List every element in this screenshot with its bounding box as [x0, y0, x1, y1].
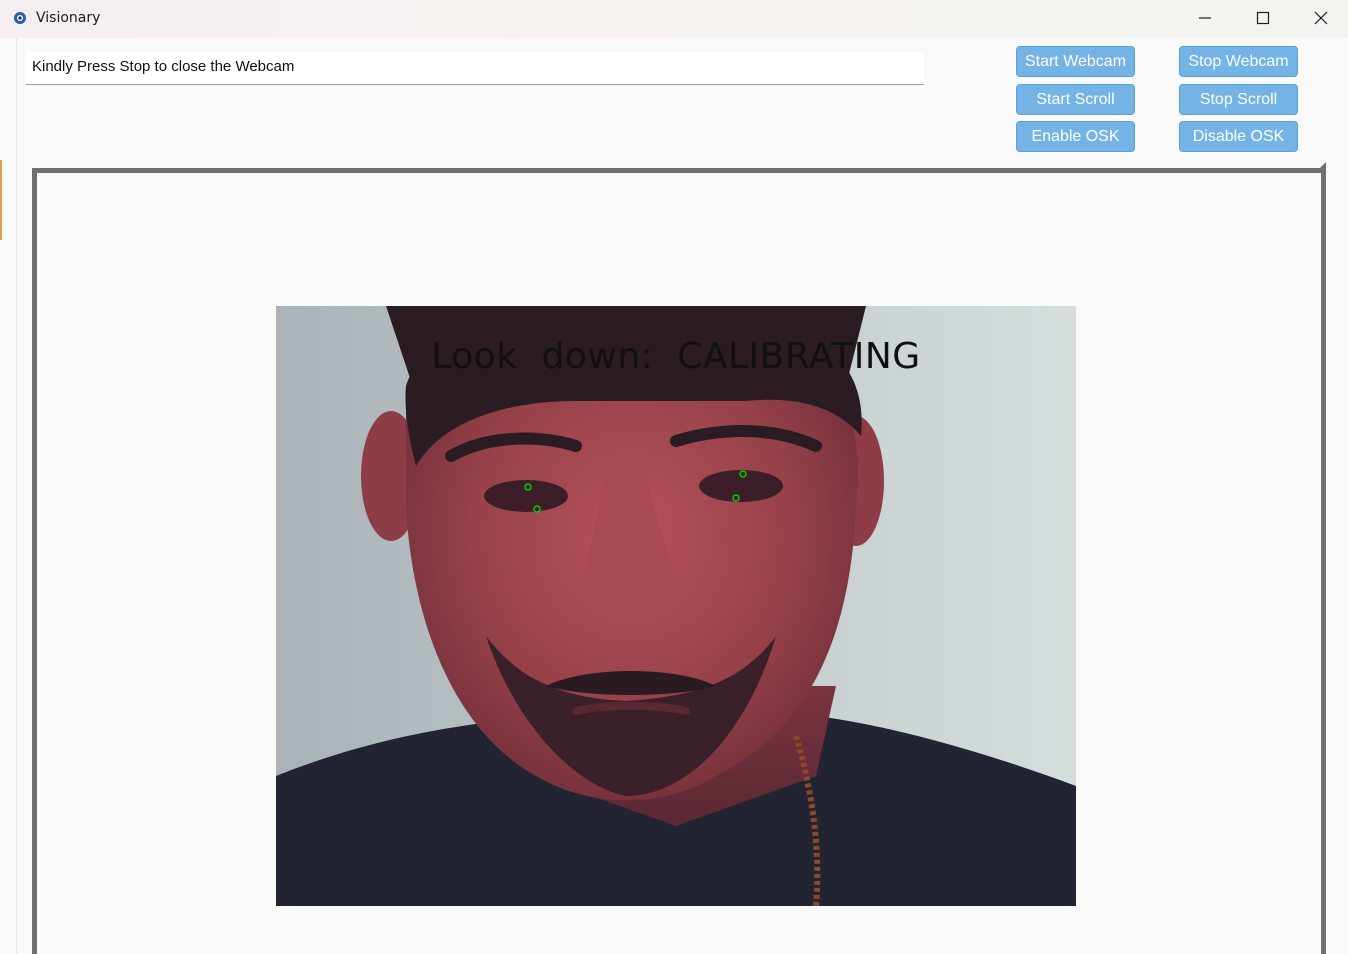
maximize-button[interactable] [1234, 0, 1292, 36]
window-title: Visionary [36, 10, 101, 26]
frame-corner [1316, 162, 1326, 172]
minimize-button[interactable] [1176, 0, 1234, 36]
background-window-edge [0, 160, 2, 240]
start-webcam-button[interactable]: Start Webcam [1016, 46, 1135, 77]
close-icon [1314, 11, 1328, 25]
webcam-feed: Look down: CALIBRATING [276, 306, 1076, 906]
close-button[interactable] [1292, 0, 1348, 36]
webcam-image [276, 306, 1076, 906]
status-message-field[interactable]: Kindly Press Stop to close the Webcam [26, 52, 924, 85]
enable-osk-button[interactable]: Enable OSK [1016, 121, 1135, 152]
stop-webcam-button[interactable]: Stop Webcam [1179, 46, 1298, 77]
title-bar[interactable]: Visionary [0, 0, 1348, 38]
start-scroll-button[interactable]: Start Scroll [1016, 84, 1135, 115]
disable-osk-button[interactable]: Disable OSK [1179, 121, 1298, 152]
status-message-text: Kindly Press Stop to close the Webcam [32, 58, 295, 75]
minimize-icon [1199, 17, 1211, 19]
stop-scroll-button[interactable]: Stop Scroll [1179, 84, 1298, 115]
maximize-icon [1256, 11, 1270, 25]
app-logo-icon [14, 12, 26, 24]
app-window: Visionary Kindly Press Stop to close the… [0, 0, 1348, 954]
calibration-overlay-text: Look down: CALIBRATING [431, 336, 921, 377]
